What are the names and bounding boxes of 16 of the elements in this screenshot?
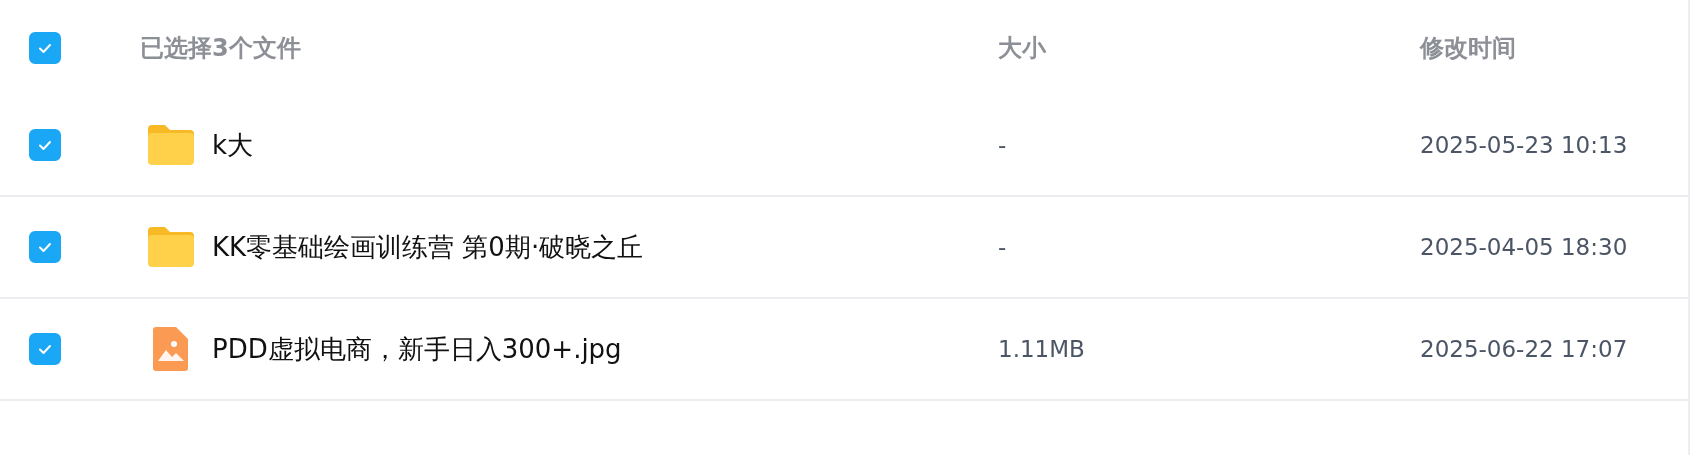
folder-icon <box>146 225 196 269</box>
modified-time: 2025-06-22 17:07 <box>1420 336 1628 362</box>
file-size: - <box>998 234 1007 260</box>
row-checkbox[interactable] <box>29 129 61 161</box>
file-size: 1.11MB <box>998 336 1085 362</box>
select-all-checkbox[interactable] <box>29 31 61 64</box>
row-checkbox[interactable] <box>29 231 61 263</box>
file-name[interactable]: k大 <box>212 127 254 163</box>
file-size: - <box>998 132 1007 158</box>
file-name[interactable]: PDD虚拟电商，新手日入300+.jpg <box>212 331 622 367</box>
file-name[interactable]: KK零基础绘画训练营 第0期·破晓之丘 <box>212 229 644 265</box>
folder-icon <box>146 123 196 167</box>
selection-count: 已选择3个文件 <box>140 33 301 62</box>
modified-time: 2025-05-23 10:13 <box>1420 132 1628 158</box>
modified-time: 2025-04-05 18:30 <box>1420 234 1628 260</box>
row-checkbox[interactable] <box>29 333 61 365</box>
